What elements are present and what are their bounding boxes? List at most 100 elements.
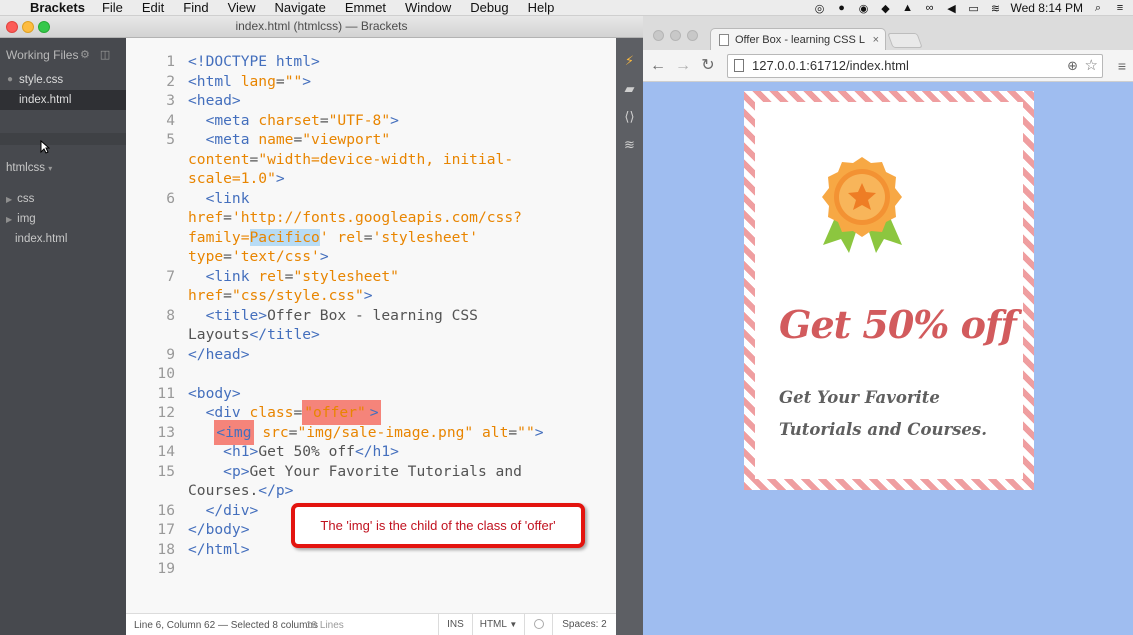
battery-icon[interactable]: ▭ (967, 2, 981, 15)
code-line[interactable]: Courses.</p> (188, 481, 293, 501)
menu-navigate[interactable]: Navigate (275, 0, 326, 15)
menu-window[interactable]: Window (405, 0, 451, 15)
menu-debug[interactable]: Debug (470, 0, 508, 15)
line-number: 6 (166, 189, 175, 207)
wifi-icon[interactable]: ≋ (989, 2, 1003, 15)
code-line[interactable]: <body> (188, 384, 241, 404)
zoom-icon[interactable]: ⊕ (1067, 55, 1078, 77)
tree-folder-css[interactable]: ▶ css (6, 193, 34, 205)
live-preview-icon[interactable]: ⚡ (621, 52, 638, 69)
status-icon[interactable]: ◎ (813, 2, 827, 15)
insert-mode-toggle[interactable]: INS (438, 614, 472, 635)
code-line[interactable]: href='http://fonts.googleapis.com/css? (188, 208, 522, 228)
zoom-window-button[interactable] (687, 30, 698, 41)
code-line[interactable]: <link rel="stylesheet" (188, 267, 399, 287)
bell-icon[interactable]: ● (835, 2, 849, 14)
code-line[interactable]: <head> (188, 91, 241, 111)
new-tab-button[interactable] (887, 33, 923, 48)
creative-cloud-icon[interactable]: ∞ (923, 2, 937, 14)
minimize-window-button[interactable] (670, 30, 681, 41)
code-line[interactable]: <html lang=""> (188, 72, 311, 92)
line-number: 10 (157, 365, 175, 382)
line-number: 5 (166, 131, 175, 148)
code-line[interactable]: href="css/style.css"> (188, 286, 373, 306)
drive-icon[interactable]: ▲ (901, 2, 915, 14)
code-line[interactable]: <img src="img/sale-image.png" alt=""> (188, 419, 544, 445)
code-line[interactable]: family=Pacifico' rel='stylesheet' (188, 228, 478, 248)
reload-icon[interactable]: ↻ (698, 56, 718, 76)
indent-setting[interactable]: Spaces: 2 (552, 614, 616, 635)
tree-label: index.html (15, 233, 68, 245)
line-number: 8 (166, 306, 175, 324)
bookmark-star-icon[interactable]: ☆ (1085, 55, 1098, 77)
code-brackets-icon[interactable]: ⟨⟩ (621, 108, 638, 125)
line-number: 2 (166, 72, 175, 90)
menu-help[interactable]: Help (528, 0, 555, 15)
code-line[interactable]: <link (188, 189, 250, 209)
browser-window: Offer Box - learning CSS L × ← → ↻ 127.0… (643, 16, 1133, 635)
menu-find[interactable]: Find (183, 0, 208, 15)
dot-icon: ● (7, 74, 14, 85)
forward-icon[interactable]: → (673, 56, 693, 76)
tree-file-index-html[interactable]: index.html (15, 233, 67, 245)
offer-box: Get 50% off Get Your Favorite Tutorials … (744, 91, 1034, 490)
hamburger-menu-icon[interactable]: ≡ (1118, 58, 1126, 74)
page-viewport: Get 50% off Get Your Favorite Tutorials … (643, 83, 1133, 635)
code-line[interactable]: Layouts</title> (188, 325, 320, 345)
code-line[interactable]: <title>Offer Box - learning CSS (188, 306, 478, 326)
split-view-icon[interactable]: ◫ (100, 49, 120, 61)
gear-icon[interactable]: ⚙ (80, 49, 100, 61)
working-file-index-html[interactable]: index.html (0, 90, 126, 110)
browser-toolbar: ← → ↻ 127.0.0.1:61712/index.html ⊕ ☆ ≡ (643, 50, 1133, 82)
menu-view[interactable]: View (228, 0, 256, 15)
close-tab-icon[interactable]: × (873, 29, 879, 50)
code-line[interactable]: scale=1.0"> (188, 169, 285, 189)
offer-heading: Get 50% off (779, 302, 1017, 347)
line-number: 18 (157, 540, 175, 558)
notification-center-icon[interactable]: ≡ (1113, 2, 1127, 14)
code-line[interactable]: <meta name="viewport" (188, 130, 391, 150)
line-number: 9 (166, 345, 175, 363)
language-label: HTML (479, 619, 507, 630)
url-text: 127.0.0.1:61712/index.html (752, 58, 909, 73)
tab-offer-box[interactable]: Offer Box - learning CSS L × (710, 28, 886, 50)
address-bar[interactable]: 127.0.0.1:61712/index.html ⊕ ☆ (727, 54, 1103, 78)
app-menu[interactable]: Brackets (30, 0, 85, 15)
language-select[interactable]: HTML ▼ (472, 614, 524, 635)
menu-file[interactable]: File (102, 0, 123, 15)
code-line[interactable]: <meta charset="UTF-8"> (188, 111, 399, 131)
code-line[interactable]: <p>Get Your Favorite Tutorials and (188, 462, 522, 482)
code-line[interactable]: </head> (188, 345, 250, 365)
menu-emmet[interactable]: Emmet (345, 0, 386, 15)
line-number: 14 (157, 443, 175, 460)
code-line[interactable]: type='text/css'> (188, 247, 329, 267)
record-icon[interactable]: ◉ (857, 2, 871, 15)
code-line[interactable]: </html> (188, 540, 250, 560)
code-line[interactable]: content="width=device-width, initial- (188, 150, 513, 170)
tree-folder-img[interactable]: ▶ img (6, 213, 36, 225)
code-line[interactable]: </div> (188, 501, 259, 521)
cursor-position: Line 6, Column 62 — Selected 8 columns (134, 620, 318, 631)
working-file-style-css[interactable]: ● style.css (0, 70, 126, 90)
chevron-down-icon: ▾ (48, 164, 53, 173)
close-window-button[interactable] (653, 30, 664, 41)
line-number: 3 (166, 92, 175, 109)
code-line[interactable]: <!DOCTYPE html> (188, 52, 320, 72)
working-file-label: style.css (19, 74, 64, 86)
code-line[interactable]: </body> (188, 520, 250, 540)
layers-icon[interactable]: ≋ (621, 136, 638, 153)
menu-bar: Brackets File Edit Find View Navigate Em… (0, 0, 1133, 16)
extension-manager-icon[interactable]: ▰ (621, 80, 638, 97)
volume-icon[interactable]: ◀ (945, 2, 959, 15)
clock[interactable]: Wed 8:14 PM (1011, 1, 1083, 15)
line-number: 19 (157, 560, 175, 577)
linter-status[interactable] (524, 614, 552, 635)
spotlight-icon[interactable]: ⌕ (1091, 2, 1105, 15)
code-line[interactable]: <h1>Get 50% off</h1> (188, 442, 399, 462)
project-dropdown[interactable]: htmlcss ▾ (6, 162, 52, 174)
annotation-callout: The 'img' is the child of the class of '… (291, 503, 585, 548)
back-icon[interactable]: ← (648, 56, 668, 76)
line-number: 1 (166, 53, 175, 70)
menu-edit[interactable]: Edit (142, 0, 164, 15)
dropbox-icon[interactable]: ◆ (879, 2, 893, 15)
